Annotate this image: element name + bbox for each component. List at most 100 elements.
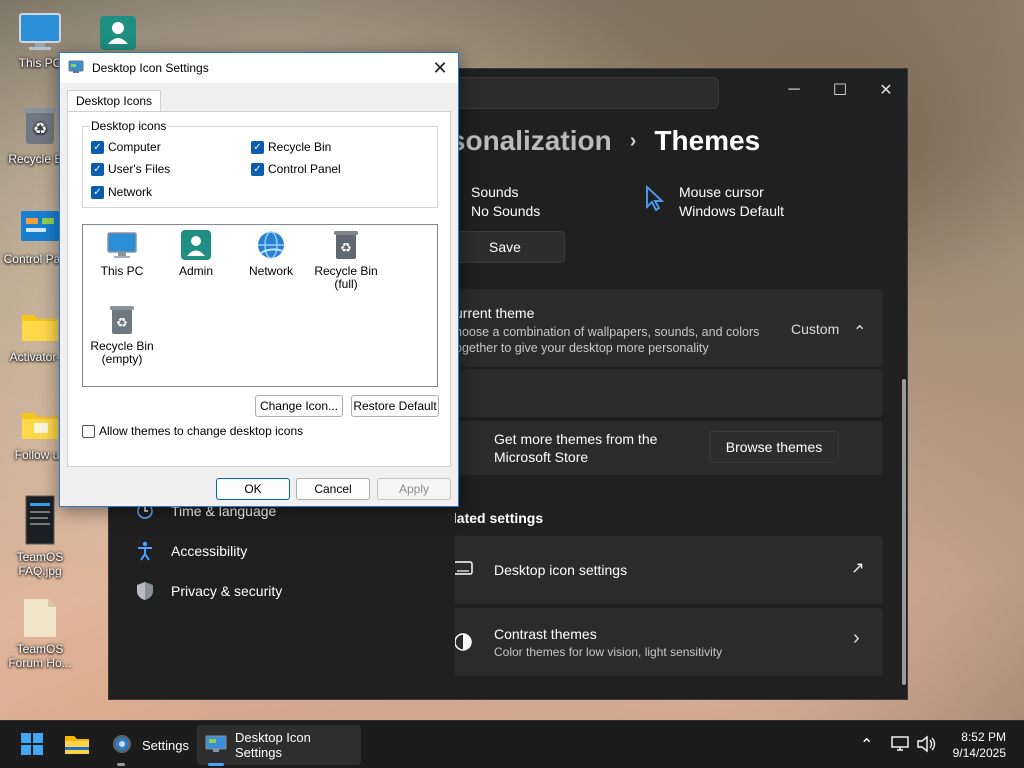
current-theme-desc-2: ogether to give your desktop more person…: [455, 341, 709, 355]
themes-content: Sounds No Sounds Mouse cursor Windows De…: [455, 169, 909, 701]
network-globe-icon: [255, 229, 287, 261]
save-theme-button[interactable]: Save: [455, 231, 565, 263]
gear-icon: [110, 732, 134, 759]
checkbox-recycle-bin[interactable]: ✓ Recycle Bin: [251, 140, 331, 154]
desktop-icon-settings-dialog: Desktop Icon Settings ✕ Desktop Icons De…: [59, 52, 459, 507]
desktop-icons-group: Desktop icons ✓ Computer ✓ Recycle Bin ✓…: [82, 119, 438, 208]
checkmark-icon: ✓: [251, 162, 264, 176]
icon-list[interactable]: This PC Admin Network ♻ Recycle Bin (ful…: [82, 224, 438, 387]
checkmark-icon: ✓: [91, 185, 104, 199]
icon-item-sublabel: (full): [334, 277, 358, 291]
icon-item-recycle-bin-full[interactable]: ♻ Recycle Bin (full): [307, 229, 385, 291]
taskbar-settings[interactable]: Settings: [102, 725, 197, 765]
start-button[interactable]: [12, 725, 52, 765]
network-icon[interactable]: [890, 735, 910, 756]
folder-icon: [18, 404, 62, 444]
group-label: Desktop icons: [89, 119, 169, 133]
tab-desktop-icons[interactable]: Desktop Icons: [67, 90, 162, 112]
active-indicator: [208, 763, 224, 766]
checkmark-icon: ✓: [91, 140, 104, 154]
icon-item-label: Network: [248, 264, 293, 278]
icon-item-sublabel: (empty): [101, 352, 143, 366]
external-link-icon: ↗: [851, 560, 865, 577]
breadcrumb-personalization[interactable]: rsonalization: [439, 125, 612, 157]
scrollbar-thumb[interactable]: [902, 379, 906, 685]
icon-item-this-pc[interactable]: This PC: [83, 229, 161, 278]
icon-item-admin[interactable]: Admin: [157, 229, 235, 278]
volume-icon[interactable]: [916, 735, 936, 756]
checkbox-network[interactable]: ✓ Network: [91, 185, 152, 199]
minimize-button[interactable]: ─: [771, 75, 817, 105]
chevron-up-icon[interactable]: ⌃: [853, 323, 866, 342]
nav-label: Privacy & security: [171, 583, 283, 599]
icon-item-recycle-bin-empty[interactable]: ♻ Recycle Bin (empty): [83, 304, 161, 366]
current-theme-title: urrent theme: [455, 305, 535, 321]
image-file-icon: [18, 494, 62, 546]
ok-button[interactable]: OK: [216, 478, 290, 500]
checkbox-label: Control Panel: [268, 162, 341, 176]
breadcrumb: rsonalization › Themes: [439, 125, 760, 157]
checkbox-allow-themes[interactable]: Allow themes to change desktop icons: [82, 424, 303, 438]
nav-accessibility[interactable]: Accessibility: [135, 541, 247, 561]
checkmark-icon: ✓: [91, 162, 104, 176]
change-icon-button[interactable]: Change Icon...: [255, 395, 343, 417]
desktop-icon-settings-label: Desktop icon settings: [494, 562, 628, 578]
contrast-themes-title: Contrast themes: [494, 626, 597, 642]
file-explorer-button[interactable]: [56, 725, 98, 765]
svg-text:♻: ♻: [340, 241, 352, 256]
contrast-themes-subtitle: Color themes for low vision, light sensi…: [494, 645, 723, 659]
folder-icon: [64, 733, 90, 758]
icon-item-label: Admin: [178, 264, 213, 278]
clock[interactable]: 8:52 PM 9/14/2025: [953, 729, 1006, 761]
desktop-icon-label: TeamOS Forum Ho...: [8, 642, 72, 670]
settings-scrollbar[interactable]: [901, 179, 907, 695]
icon-item-label: This PC: [100, 264, 144, 278]
checkbox-label: Allow themes to change desktop icons: [99, 424, 304, 438]
desktop-icon-label: TeamOS FAQ.jpg: [16, 550, 64, 578]
close-button[interactable]: ✕: [863, 75, 909, 105]
taskbar-label: Desktop Icon Settings: [235, 730, 311, 760]
mouse-cursor-label[interactable]: Mouse cursor: [679, 183, 764, 202]
recycle-bin-full-icon: ♻: [330, 229, 362, 261]
desktop-settings-app-icon: [68, 59, 84, 78]
tray-overflow-chevron[interactable]: ⌃: [860, 735, 873, 755]
checkbox-control-panel[interactable]: ✓ Control Panel: [251, 162, 341, 176]
running-indicator: [117, 763, 125, 766]
nav-privacy-security[interactable]: Privacy & security: [135, 581, 282, 601]
cancel-button[interactable]: Cancel: [296, 478, 370, 500]
user-folder-icon: [180, 229, 212, 261]
mouse-cursor-value: Windows Default: [679, 203, 785, 219]
restore-default-button[interactable]: Restore Default: [351, 395, 439, 417]
dialog-close-button[interactable]: ✕: [428, 56, 452, 80]
mouse-cursor-icon: [645, 184, 665, 214]
desktop-icon-user-files[interactable]: [78, 12, 158, 56]
checkbox-users-files[interactable]: ✓ User's Files: [91, 162, 170, 176]
apply-button[interactable]: Apply: [377, 478, 451, 500]
svg-text:♻: ♻: [116, 316, 128, 331]
dialog-title: Desktop Icon Settings: [92, 61, 209, 75]
sounds-label[interactable]: Sounds: [471, 183, 518, 202]
control-panel-icon: [18, 208, 62, 248]
windows-logo-icon: [20, 732, 44, 759]
sounds-value: No Sounds: [471, 203, 541, 219]
browse-themes-button[interactable]: Browse themes: [709, 431, 839, 463]
checkbox-label: Network: [108, 185, 153, 199]
clock-time: 8:52 PM: [961, 730, 1006, 744]
taskbar-label: Settings: [142, 737, 189, 753]
user-folder-icon: [96, 12, 140, 52]
checkbox-computer[interactable]: ✓ Computer: [91, 140, 161, 154]
dialog-titlebar[interactable]: Desktop Icon Settings: [60, 53, 458, 83]
store-themes-text-1: Get more themes from the: [494, 431, 658, 447]
contrast-icon: [455, 632, 473, 655]
icon-item-network[interactable]: Network: [232, 229, 310, 278]
chevron-right-icon: ›: [853, 627, 860, 649]
clock-date: 9/14/2025: [952, 746, 1006, 760]
desktop-icon-teamos-forum[interactable]: TeamOS Forum Ho...: [0, 598, 80, 670]
monitor-outline-icon: [455, 561, 473, 580]
checkbox-label: Computer: [108, 140, 161, 154]
maximize-button[interactable]: ☐: [817, 75, 863, 105]
current-theme-value: Custom: [791, 321, 840, 337]
taskbar-desktop-icon-settings[interactable]: Desktop Icon Settings: [197, 725, 361, 765]
nav-label: Accessibility: [171, 543, 248, 559]
checkbox-label: Recycle Bin: [268, 140, 332, 154]
